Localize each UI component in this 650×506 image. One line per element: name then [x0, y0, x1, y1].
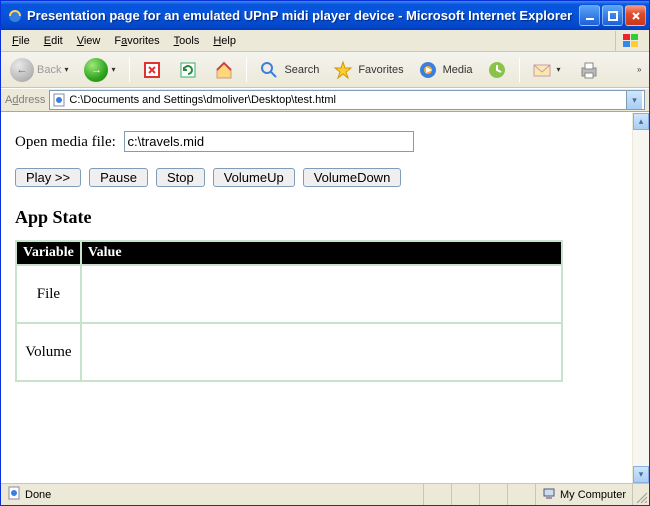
- toolbar-overflow[interactable]: »: [637, 65, 645, 74]
- value-cell: [81, 323, 562, 381]
- favorites-label: Favorites: [358, 64, 403, 76]
- mail-icon: [530, 58, 554, 82]
- address-label: Address: [5, 94, 45, 106]
- zone-panel: My Computer: [536, 484, 633, 505]
- address-dropdown-button[interactable]: ▾: [626, 91, 642, 109]
- table-row: Volume: [16, 323, 562, 381]
- col-value: Value: [81, 241, 562, 265]
- mail-button[interactable]: ▾: [525, 55, 570, 85]
- back-icon: ←: [10, 58, 34, 82]
- search-label: Search: [284, 64, 319, 76]
- maximize-button[interactable]: [602, 5, 623, 26]
- windows-flag-icon: [615, 31, 645, 51]
- history-button[interactable]: [480, 55, 514, 85]
- app-state-table: Variable Value File Volume: [15, 240, 563, 382]
- col-variable: Variable: [16, 241, 81, 265]
- scroll-down-button[interactable]: ▾: [633, 466, 649, 483]
- star-icon: [331, 58, 355, 82]
- app-state-heading: App State: [15, 207, 618, 228]
- status-panel: Done: [1, 484, 424, 505]
- open-media-row: Open media file:: [15, 131, 618, 152]
- back-button[interactable]: ← Back ▾: [5, 55, 77, 85]
- forward-icon: →: [84, 58, 108, 82]
- stop-button[interactable]: Stop: [156, 168, 205, 187]
- media-file-input[interactable]: [124, 131, 414, 152]
- controls-row: Play >> Pause Stop VolumeUp VolumeDown: [15, 168, 618, 187]
- status-empty: [424, 484, 452, 505]
- favorites-button[interactable]: Favorites: [326, 55, 408, 85]
- menu-help[interactable]: Help: [206, 33, 243, 49]
- page-icon: [52, 93, 66, 107]
- print-icon: [577, 58, 601, 82]
- status-text: Done: [25, 489, 51, 501]
- stop-icon: [140, 58, 164, 82]
- refresh-icon: [176, 58, 200, 82]
- zone-text: My Computer: [560, 489, 626, 501]
- refresh-button[interactable]: [171, 55, 205, 85]
- media-icon: [416, 58, 440, 82]
- chevron-down-icon[interactable]: ▾: [557, 65, 565, 74]
- value-cell: [81, 265, 562, 323]
- separator: [246, 58, 247, 82]
- forward-button[interactable]: → ▾: [79, 55, 124, 85]
- var-cell: File: [16, 265, 81, 323]
- status-empty: [508, 484, 536, 505]
- history-icon: [485, 58, 509, 82]
- home-icon: [212, 58, 236, 82]
- separator: [129, 58, 130, 82]
- menu-edit[interactable]: Edit: [37, 33, 70, 49]
- var-cell: Volume: [16, 323, 81, 381]
- vertical-scrollbar[interactable]: ▴ ▾: [632, 113, 649, 483]
- pause-button[interactable]: Pause: [89, 168, 148, 187]
- menu-tools[interactable]: Tools: [167, 33, 207, 49]
- page-icon: [7, 486, 21, 503]
- chevron-down-icon[interactable]: ▾: [111, 65, 119, 74]
- menubar: File Edit View Favorites Tools Help: [1, 30, 649, 52]
- media-button[interactable]: Media: [411, 55, 478, 85]
- status-empty: [452, 484, 480, 505]
- print-button[interactable]: [572, 55, 606, 85]
- close-button[interactable]: [625, 5, 646, 26]
- statusbar: Done My Computer: [1, 483, 649, 505]
- chevron-down-icon[interactable]: ▾: [64, 65, 72, 74]
- browser-window: Presentation page for an emulated UPnP m…: [0, 0, 650, 506]
- address-bar: Address C:\Documents and Settings\dmoliv…: [1, 88, 649, 112]
- media-label: Media: [443, 64, 473, 76]
- ie-icon: [7, 8, 23, 24]
- search-button[interactable]: Search: [252, 55, 324, 85]
- menu-file[interactable]: File: [5, 33, 37, 49]
- search-icon: [257, 58, 281, 82]
- volumedown-button[interactable]: VolumeDown: [303, 168, 402, 187]
- menu-favorites[interactable]: Favorites: [107, 33, 166, 49]
- address-text: C:\Documents and Settings\dmoliver\Deskt…: [69, 94, 626, 106]
- address-input[interactable]: C:\Documents and Settings\dmoliver\Deskt…: [49, 90, 645, 110]
- table-header-row: Variable Value: [16, 241, 562, 265]
- back-label: Back: [37, 64, 61, 76]
- page-content: Open media file: Play >> Pause Stop Volu…: [1, 113, 632, 483]
- computer-icon: [542, 486, 556, 503]
- menu-view[interactable]: View: [70, 33, 108, 49]
- toolbar: ← Back ▾ → ▾ Search Favorites Media: [1, 52, 649, 88]
- open-media-label: Open media file:: [15, 134, 116, 150]
- home-button[interactable]: [207, 55, 241, 85]
- volumeup-button[interactable]: VolumeUp: [213, 168, 295, 187]
- stop-nav-button[interactable]: [135, 55, 169, 85]
- resize-grip[interactable]: [633, 484, 649, 505]
- window-title: Presentation page for an emulated UPnP m…: [27, 8, 579, 23]
- minimize-button[interactable]: [579, 5, 600, 26]
- scroll-track[interactable]: [633, 130, 649, 466]
- play-button[interactable]: Play >>: [15, 168, 81, 187]
- separator: [519, 58, 520, 82]
- status-empty: [480, 484, 508, 505]
- scroll-up-button[interactable]: ▴: [633, 113, 649, 130]
- table-row: File: [16, 265, 562, 323]
- titlebar[interactable]: Presentation page for an emulated UPnP m…: [1, 1, 649, 30]
